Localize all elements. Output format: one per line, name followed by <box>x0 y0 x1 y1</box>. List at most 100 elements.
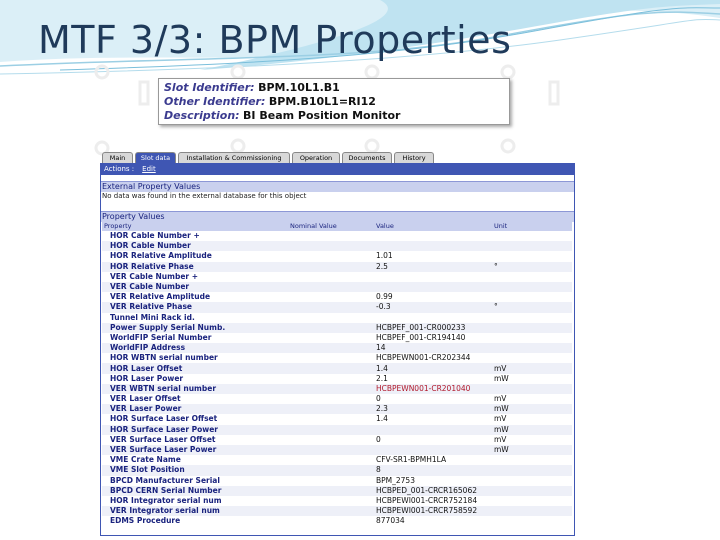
property-value-cell: HCBPEF_001-CR000233 <box>374 322 492 333</box>
table-row: VER Integrator serial num HCBPEWI001-CRCR… <box>102 506 572 517</box>
property-value-cell: 14 <box>374 343 492 354</box>
property-value-cell <box>374 444 492 456</box>
table-row: BPCD Manufacturer Serial BPM_2753 <box>102 475 572 486</box>
table-row: VER Relative Amplitude 0.99 <box>102 292 572 303</box>
property-unit-cell <box>492 312 572 323</box>
property-unit-cell <box>492 241 572 252</box>
property-unit-cell <box>492 465 572 476</box>
property-name-cell: VER Relative Amplitude <box>102 292 288 303</box>
property-value-cell: 877034 <box>374 516 492 527</box>
col-header-value[interactable]: Value <box>374 222 492 231</box>
slot-identifier-row: Slot Identifier: BPM.10L1.B1 <box>164 81 504 95</box>
property-unit-cell: mV <box>492 363 572 374</box>
property-unit-cell <box>492 322 572 333</box>
property-unit-cell <box>492 455 572 466</box>
tab-installation-commissioning[interactable]: Installation & Commissioning <box>178 152 290 163</box>
property-name-cell: VER Surface Laser Offset <box>102 434 288 445</box>
description-label: Description: <box>164 109 240 122</box>
nominal-value-cell <box>288 424 374 435</box>
property-name-cell: HOR Relative Phase <box>102 261 288 272</box>
nominal-value-cell <box>288 373 374 384</box>
col-header-property[interactable]: Property <box>102 222 288 231</box>
property-value-cell <box>374 424 492 435</box>
property-unit-cell <box>492 495 572 507</box>
table-row: HOR Laser Power 2.1 mW <box>102 373 572 384</box>
property-unit-cell <box>492 475 572 486</box>
table-row: EDMS Procedure 877034 <box>102 516 572 527</box>
property-unit-cell: mV <box>492 414 572 425</box>
property-value-cell: 1.4 <box>374 363 492 374</box>
property-name-cell: HOR Cable Number + <box>102 231 288 242</box>
nominal-value-cell <box>288 271 374 282</box>
property-unit-cell <box>492 506 572 517</box>
table-row: HOR Cable Number + <box>102 231 572 242</box>
nominal-value-cell <box>288 455 374 466</box>
property-value-cell: 1.4 <box>374 414 492 425</box>
property-unit-cell: ° <box>492 261 572 272</box>
table-row: HOR Surface Laser Offset 1.4 mV <box>102 414 572 425</box>
description-row: Description: BI Beam Position Monitor <box>164 109 504 123</box>
tab-history[interactable]: History <box>394 152 434 163</box>
slot-identifier-value: BPM.10L1.B1 <box>258 81 340 94</box>
property-unit-cell: mW <box>492 373 572 384</box>
property-name-cell: WorldFIP Address <box>102 343 288 354</box>
nominal-value-cell <box>288 353 374 364</box>
property-unit-cell <box>492 383 572 394</box>
external-values-header: External Property Values <box>101 181 574 192</box>
table-row: WorldFIP Address 14 <box>102 343 572 354</box>
table-row: VER Cable Number + <box>102 271 572 282</box>
actions-label: Actions : <box>104 165 135 173</box>
tab-documents[interactable]: Documents <box>342 152 392 163</box>
nominal-value-cell <box>288 404 374 415</box>
table-row: HOR WBTN serial number HCBPEWN001-CR20234… <box>102 353 572 364</box>
col-header-nominal-value[interactable]: Nominal Value <box>288 222 374 231</box>
col-header-unit[interactable]: Unit <box>492 222 572 231</box>
property-unit-cell <box>492 231 572 242</box>
nominal-value-cell <box>288 363 374 374</box>
nominal-value-cell <box>288 292 374 303</box>
nominal-value-cell <box>288 444 374 456</box>
tab-main[interactable]: Main <box>102 152 133 163</box>
property-unit-cell <box>492 281 572 293</box>
property-unit-cell <box>492 516 572 527</box>
tab-slot-data[interactable]: Slot data <box>135 152 176 163</box>
property-name-cell: VER Relative Phase <box>102 302 288 313</box>
property-value-cell: HCBPED_001-CRCR165062 <box>374 485 492 496</box>
nominal-value-cell <box>288 261 374 272</box>
property-value-cell <box>374 281 492 293</box>
property-unit-cell <box>492 251 572 262</box>
property-value-cell <box>374 271 492 282</box>
property-unit-cell <box>492 332 572 344</box>
property-value-cell: HCBPEWN001-CR201040 <box>374 383 492 394</box>
nominal-value-cell <box>288 394 374 405</box>
nominal-value-cell <box>288 322 374 333</box>
property-name-cell: HOR Laser Power <box>102 373 288 384</box>
property-name-cell: HOR Integrator serial num <box>102 495 288 507</box>
property-value-cell: CFV-SR1-BPMH1LA <box>374 455 492 466</box>
tab-operation[interactable]: Operation <box>292 152 340 163</box>
table-row: WorldFIP Serial Number HCBPEF_001-CR19414… <box>102 332 572 344</box>
nominal-value-cell <box>288 312 374 323</box>
other-identifier-row: Other Identifier: BPM.B10L1=RI12 <box>164 95 504 109</box>
property-unit-cell: ° <box>492 302 572 313</box>
table-row: VER Relative Phase -0.3 ° <box>102 302 572 313</box>
property-name-cell: BPCD Manufacturer Serial <box>102 475 288 486</box>
nominal-value-cell <box>288 465 374 476</box>
table-row: HOR Relative Amplitude 1.01 <box>102 251 572 262</box>
property-name-cell: EDMS Procedure <box>102 516 288 527</box>
nominal-value-cell <box>288 241 374 252</box>
property-value-cell: 8 <box>374 465 492 476</box>
table-row: VER Cable Number <box>102 281 572 293</box>
property-name-cell: BPCD CERN Serial Number <box>102 485 288 496</box>
nominal-value-cell <box>288 251 374 262</box>
actions-bar: Actions : Edit <box>101 164 574 175</box>
edit-link[interactable]: Edit <box>142 165 156 173</box>
property-value-cell: 1.01 <box>374 251 492 262</box>
slot-identity-box: Slot Identifier: BPM.10L1.B1 Other Ident… <box>158 78 510 125</box>
nominal-value-cell <box>288 485 374 496</box>
property-name-cell: VME Crate Name <box>102 455 288 466</box>
table-row: VME Crate Name CFV-SR1-BPMH1LA <box>102 455 572 466</box>
slot-identifier-label: Slot Identifier: <box>164 81 255 94</box>
table-row: HOR Integrator serial num HCBPEWI001-CRCR… <box>102 495 572 507</box>
